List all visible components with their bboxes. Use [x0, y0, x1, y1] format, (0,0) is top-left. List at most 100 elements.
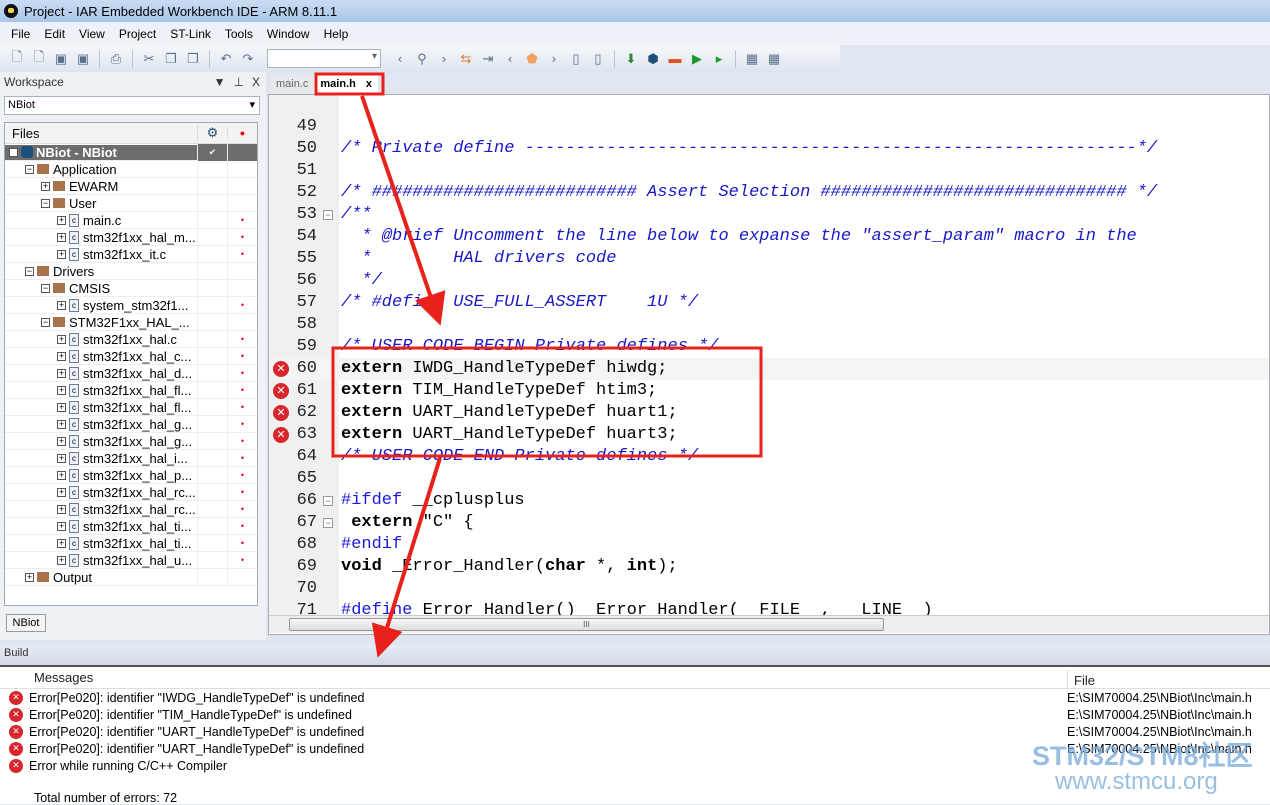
- expand-icon[interactable]: +: [57, 538, 66, 548]
- code-editor[interactable]: 49 50 /* Private define ------------------…: [268, 94, 1270, 635]
- expand-icon[interactable]: +: [57, 215, 66, 225]
- debug-no-download-icon[interactable]: ▸: [710, 50, 728, 68]
- stop-build-icon[interactable]: ▬: [666, 50, 684, 68]
- collapse-icon[interactable]: −: [9, 147, 18, 157]
- fold-icon[interactable]: −: [323, 210, 333, 220]
- menu-file[interactable]: File: [4, 27, 37, 41]
- expand-icon[interactable]: +: [57, 402, 66, 412]
- tree-item[interactable]: − NBiot - NBiot ✔: [5, 143, 257, 161]
- tab-main-h[interactable]: main.h x: [314, 74, 378, 94]
- scrollbar-thumb[interactable]: III: [289, 618, 884, 631]
- layout-icon[interactable]: ▦: [743, 50, 761, 68]
- prev-icon[interactable]: ‹: [391, 50, 409, 68]
- tree-item[interactable]: + EWARM: [5, 177, 257, 195]
- fold-icon[interactable]: −: [323, 496, 333, 506]
- tree-item[interactable]: + c stm32f1xx_hal_i... •: [5, 449, 257, 467]
- menu-view[interactable]: View: [72, 27, 112, 41]
- bookmark-icon[interactable]: ⬟: [523, 50, 541, 68]
- build-message[interactable]: ✕ Error[Pe020]: identifier "TIM_HandleTyp…: [0, 706, 1270, 723]
- tree-item[interactable]: + Output: [5, 568, 257, 586]
- copy-icon[interactable]: ❐: [162, 50, 180, 68]
- tree-item[interactable]: + c stm32f1xx_hal_u... •: [5, 551, 257, 569]
- expand-icon[interactable]: +: [57, 351, 66, 361]
- collapse-icon[interactable]: −: [25, 164, 34, 174]
- find-combo[interactable]: [267, 49, 381, 68]
- replace-icon[interactable]: ⇆: [457, 50, 475, 68]
- fold-icon[interactable]: −: [323, 518, 333, 528]
- tree-item[interactable]: + c system_stm32f1... •: [5, 296, 257, 314]
- tree-item[interactable]: − Application: [5, 160, 257, 178]
- tree-item[interactable]: + c stm32f1xx_hal_p... •: [5, 466, 257, 484]
- tree-item[interactable]: − Drivers: [5, 262, 257, 280]
- find-icon[interactable]: ⚲: [413, 50, 431, 68]
- menu-edit[interactable]: Edit: [37, 27, 72, 41]
- close-tab-icon[interactable]: x: [366, 74, 372, 94]
- expand-icon[interactable]: +: [57, 453, 66, 463]
- save-all-icon[interactable]: ▣: [74, 50, 92, 68]
- tree-item[interactable]: + c main.c •: [5, 211, 257, 229]
- tree-item[interactable]: + c stm32f1xx_hal_fl... •: [5, 398, 257, 416]
- goto-icon[interactable]: ⇥: [479, 50, 497, 68]
- collapse-icon[interactable]: −: [41, 317, 50, 327]
- expand-icon[interactable]: +: [57, 487, 66, 497]
- expand-icon[interactable]: +: [57, 504, 66, 514]
- menu-stlink[interactable]: ST-Link: [163, 27, 218, 41]
- tree-item[interactable]: + c stm32f1xx_hal_d... •: [5, 364, 257, 382]
- menu-tools[interactable]: Tools: [218, 27, 260, 41]
- tree-item[interactable]: + c stm32f1xx_hal_fl... •: [5, 381, 257, 399]
- menu-window[interactable]: Window: [260, 27, 317, 41]
- expand-icon[interactable]: +: [57, 436, 66, 446]
- print-icon[interactable]: ⎙: [107, 50, 125, 68]
- expand-icon[interactable]: +: [57, 555, 66, 565]
- expand-icon[interactable]: +: [57, 368, 66, 378]
- tree-item[interactable]: − User: [5, 194, 257, 212]
- expand-icon[interactable]: +: [57, 419, 66, 429]
- paste-icon[interactable]: ❐: [184, 50, 202, 68]
- save-icon[interactable]: ▣: [52, 50, 70, 68]
- pin-icon[interactable]: ⊥: [234, 75, 244, 89]
- next-bookmark-icon[interactable]: ›: [545, 50, 563, 68]
- menu-project[interactable]: Project: [112, 27, 163, 41]
- expand-icon[interactable]: +: [57, 232, 66, 242]
- redo-icon[interactable]: ↷: [239, 50, 257, 68]
- tree-item[interactable]: + c stm32f1xx_hal_ti... •: [5, 517, 257, 535]
- tree-item[interactable]: + c stm32f1xx_hal_m... •: [5, 228, 257, 246]
- dropdown-icon[interactable]: ▼: [214, 75, 226, 89]
- messages-column-header[interactable]: Messages: [0, 670, 1068, 688]
- tree-item[interactable]: + c stm32f1xx_hal_rc... •: [5, 500, 257, 518]
- tree-item[interactable]: − CMSIS: [5, 279, 257, 297]
- horizontal-scrollbar[interactable]: III: [269, 615, 1269, 633]
- collapse-icon[interactable]: −: [41, 198, 50, 208]
- collapse-icon[interactable]: −: [25, 266, 34, 276]
- nav-back-icon[interactable]: ▯: [567, 50, 585, 68]
- expand-icon[interactable]: +: [57, 300, 66, 310]
- build-message[interactable]: ✕ Error[Pe020]: identifier "UART_HandleTy…: [0, 723, 1270, 740]
- workspace-tab-nbiot[interactable]: NBiot: [6, 614, 46, 632]
- tree-item[interactable]: + c stm32f1xx_hal_g... •: [5, 432, 257, 450]
- tree-item[interactable]: + c stm32f1xx_hal_g... •: [5, 415, 257, 433]
- menu-help[interactable]: Help: [317, 27, 356, 41]
- new-file-icon[interactable]: 🗋: [8, 49, 26, 68]
- nav-forward-icon[interactable]: ▯: [589, 50, 607, 68]
- tree-item[interactable]: + c stm32f1xx_it.c •: [5, 245, 257, 263]
- tree-item[interactable]: + c stm32f1xx_hal.c •: [5, 330, 257, 348]
- cut-icon[interactable]: ✂: [140, 50, 158, 68]
- expand-icon[interactable]: +: [57, 249, 66, 259]
- tab-main-c[interactable]: main.c: [270, 74, 315, 94]
- expand-icon[interactable]: +: [41, 181, 50, 191]
- next-icon[interactable]: ›: [435, 50, 453, 68]
- expand-icon[interactable]: +: [57, 470, 66, 480]
- gear-icon[interactable]: ⚙: [197, 125, 227, 141]
- open-file-icon[interactable]: 🗋: [30, 49, 48, 68]
- tree-item[interactable]: + c stm32f1xx_hal_rc... •: [5, 483, 257, 501]
- undo-icon[interactable]: ↶: [217, 50, 235, 68]
- make-icon[interactable]: ⬢: [644, 50, 662, 68]
- layout-2-icon[interactable]: ▦: [765, 50, 783, 68]
- close-icon[interactable]: X: [252, 75, 260, 89]
- collapse-icon[interactable]: −: [41, 283, 50, 293]
- download-debug-icon[interactable]: ▶: [688, 50, 706, 68]
- tree-item[interactable]: + c stm32f1xx_hal_c... •: [5, 347, 257, 365]
- tree-item[interactable]: − STM32F1xx_HAL_...: [5, 313, 257, 331]
- expand-icon[interactable]: +: [57, 385, 66, 395]
- expand-icon[interactable]: +: [57, 521, 66, 531]
